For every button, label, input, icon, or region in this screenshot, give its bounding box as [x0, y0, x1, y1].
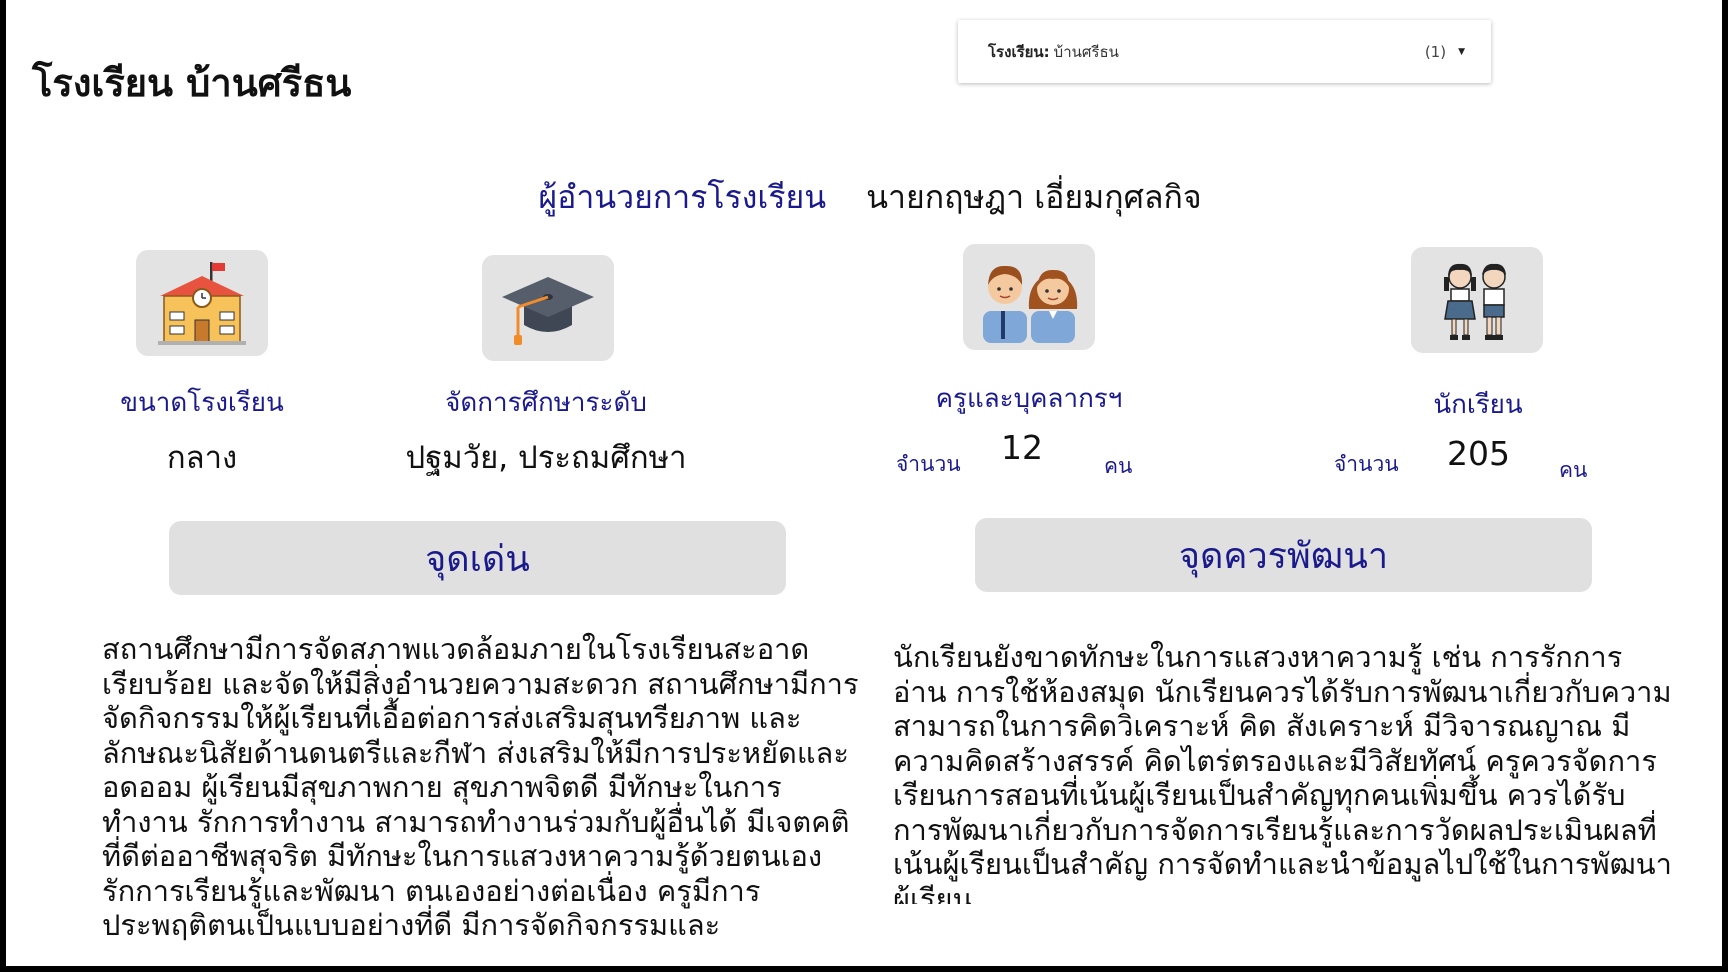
school-size-label: ขนาดโรงเรียน — [120, 388, 284, 418]
students-label: นักเรียน — [1433, 390, 1523, 420]
school-building-icon — [136, 250, 268, 356]
school-size-value: กลาง — [166, 440, 238, 476]
students-count-prefix: จำนวน — [1334, 452, 1399, 476]
strengths-heading: จุดเด่น — [169, 521, 786, 595]
filter-label: โรงเรียน: — [988, 42, 1050, 61]
director-row: ผู้อำนวยการโรงเรียน นายกฤษฎา เอี่ยมกุศลก… — [6, 172, 1722, 223]
staff-count-unit: คน — [1104, 454, 1133, 478]
students-icon — [1411, 247, 1543, 353]
director-label: ผู้อำนวยการโรงเรียน — [538, 178, 827, 216]
students-count: 205 — [1447, 434, 1510, 473]
staff-count: 12 — [1001, 428, 1043, 467]
dashboard-frame: โรงเรียน บ้านศรีธน โรงเรียน: บ้านศรีธน (… — [0, 0, 1728, 972]
chevron-down-icon[interactable]: ▼ — [1458, 47, 1465, 57]
staff-label: ครูและบุคลากรฯ — [935, 384, 1123, 414]
director-name: นายกฤษฎา เอี่ยมกุศลกิจ — [866, 178, 1202, 216]
staff-count-prefix: จำนวน — [896, 452, 961, 476]
education-level-value: ปฐมวัย, ประถมศึกษา — [405, 440, 687, 476]
strengths-text: สถานศึกษามีการจัดสภาพแวดล้อมภายในโรงเรีย… — [102, 632, 859, 942]
graduation-cap-icon — [482, 255, 614, 361]
education-level-label: จัดการศึกษาระดับ — [445, 388, 647, 418]
filter-selected-value: บ้านศรีธน — [1053, 42, 1119, 61]
improvements-text: นักเรียนยังขาดทักษะในการแสวงหาความรู้ เช… — [893, 640, 1672, 904]
filter-selection-count: (1) — [1424, 42, 1447, 61]
school-filter-dropdown[interactable]: โรงเรียน: บ้านศรีธน (1) ▼ — [958, 20, 1491, 83]
page-title: โรงเรียน บ้านศรีธน — [32, 61, 352, 105]
students-count-unit: คน — [1559, 458, 1588, 482]
improvements-heading: จุดควรพัฒนา — [975, 518, 1592, 592]
teachers-icon — [963, 244, 1095, 350]
